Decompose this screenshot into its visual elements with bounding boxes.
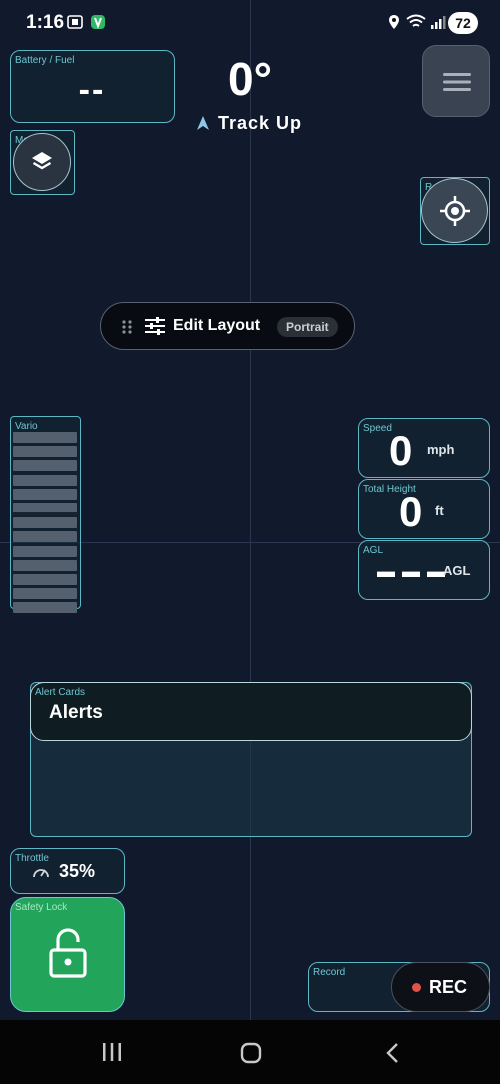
app-notification-icon — [91, 15, 105, 29]
vario-center-line — [13, 512, 77, 515]
rec-button-label: REC — [429, 977, 468, 997]
unlock-icon — [49, 928, 87, 978]
safety-lock-button[interactable]: Safety Lock — [10, 897, 125, 1012]
alerts-title: Alerts — [49, 702, 103, 723]
alert-cards-label-overlay: Alert Cards — [35, 687, 86, 698]
vario-bar — [13, 559, 77, 571]
recenter-button[interactable] — [421, 178, 488, 243]
layers-icon — [32, 152, 52, 170]
vario-bar — [13, 460, 77, 472]
agl-unit: AGL — [443, 563, 471, 578]
record-label: Record — [313, 967, 346, 978]
screenshot-icon — [67, 15, 83, 29]
vario-bar — [13, 474, 77, 486]
speed-unit: mph — [427, 442, 455, 457]
alerts-header[interactable]: Alert Cards Alerts — [30, 682, 472, 741]
battery-fuel-label: Battery / Fuel — [15, 55, 75, 66]
back-icon[interactable] — [384, 1042, 400, 1064]
crosshair-target-icon — [440, 196, 470, 226]
total-height-widget[interactable]: Total Height 0 ft — [358, 479, 490, 539]
orientation-badge: Portrait — [277, 317, 338, 337]
vario-widget[interactable]: Vario — [10, 416, 81, 614]
record-dot-icon — [412, 983, 421, 992]
status-time: 1:16 — [26, 12, 65, 33]
edit-layout-label: Edit Layout — [173, 317, 261, 334]
vario-bar — [13, 545, 77, 557]
alert-cards-panel[interactable]: Alert Cards Alert Cards Alerts — [30, 682, 472, 837]
vario-bar — [13, 488, 77, 500]
agl-label: AGL — [363, 545, 384, 556]
vario-bar — [13, 446, 77, 458]
heading-degrees: 0° — [228, 53, 272, 105]
vario-bar — [13, 432, 77, 443]
edit-layout-button[interactable]: Edit Layout Portrait — [100, 302, 355, 350]
gauge-icon — [33, 869, 49, 878]
home-icon[interactable] — [240, 1042, 262, 1064]
throttle-value: 35% — [59, 861, 96, 881]
status-bar: 1:16 72 — [0, 0, 500, 46]
vario-bar — [13, 517, 77, 529]
wifi-icon — [406, 14, 426, 27]
sliders-icon — [145, 317, 165, 335]
total-height-unit: ft — [435, 503, 444, 518]
throttle-label: Throttle — [15, 853, 49, 864]
speed-value: 0 — [389, 427, 413, 474]
battery-fuel-value: -- — [78, 71, 106, 109]
menu-button[interactable] — [422, 45, 490, 117]
rec-button[interactable]: REC — [391, 962, 490, 1012]
vario-bar — [13, 588, 77, 600]
vario-bar — [13, 602, 77, 614]
recenter-widget[interactable]: Re-center — [420, 177, 490, 245]
system-navigation-bar — [0, 1020, 500, 1084]
hamburger-icon — [443, 73, 471, 91]
vario-bar — [13, 574, 77, 585]
agl-value: ▬ ▬ ▬ — [377, 561, 447, 581]
throttle-widget[interactable]: Throttle 35% — [10, 848, 125, 894]
location-icon — [389, 15, 399, 29]
signal-icon — [431, 16, 446, 29]
agl-widget[interactable]: AGL ▬ ▬ ▬ AGL — [358, 540, 490, 600]
total-height-value: 0 — [399, 488, 423, 535]
speed-label: Speed — [363, 423, 392, 434]
record-widget[interactable]: Record REC — [308, 962, 490, 1012]
map-layers-widget[interactable]: Map La... — [10, 130, 75, 195]
vario-bar — [13, 531, 77, 543]
battery-indicator: 72 — [448, 12, 478, 34]
track-arrow-icon — [197, 116, 209, 130]
battery-fuel-widget[interactable]: Battery / Fuel -- — [10, 50, 175, 123]
track-mode-label[interactable]: Track Up — [218, 113, 302, 134]
drag-handle-icon[interactable] — [122, 320, 132, 334]
recent-apps-icon[interactable] — [101, 1042, 123, 1062]
speed-widget[interactable]: Speed 0 mph — [358, 418, 490, 478]
safety-lock-label: Safety Lock — [15, 902, 68, 913]
map-layers-button[interactable] — [13, 133, 71, 191]
crosshair-vertical — [250, 0, 251, 1020]
vario-label: Vario — [15, 421, 38, 432]
